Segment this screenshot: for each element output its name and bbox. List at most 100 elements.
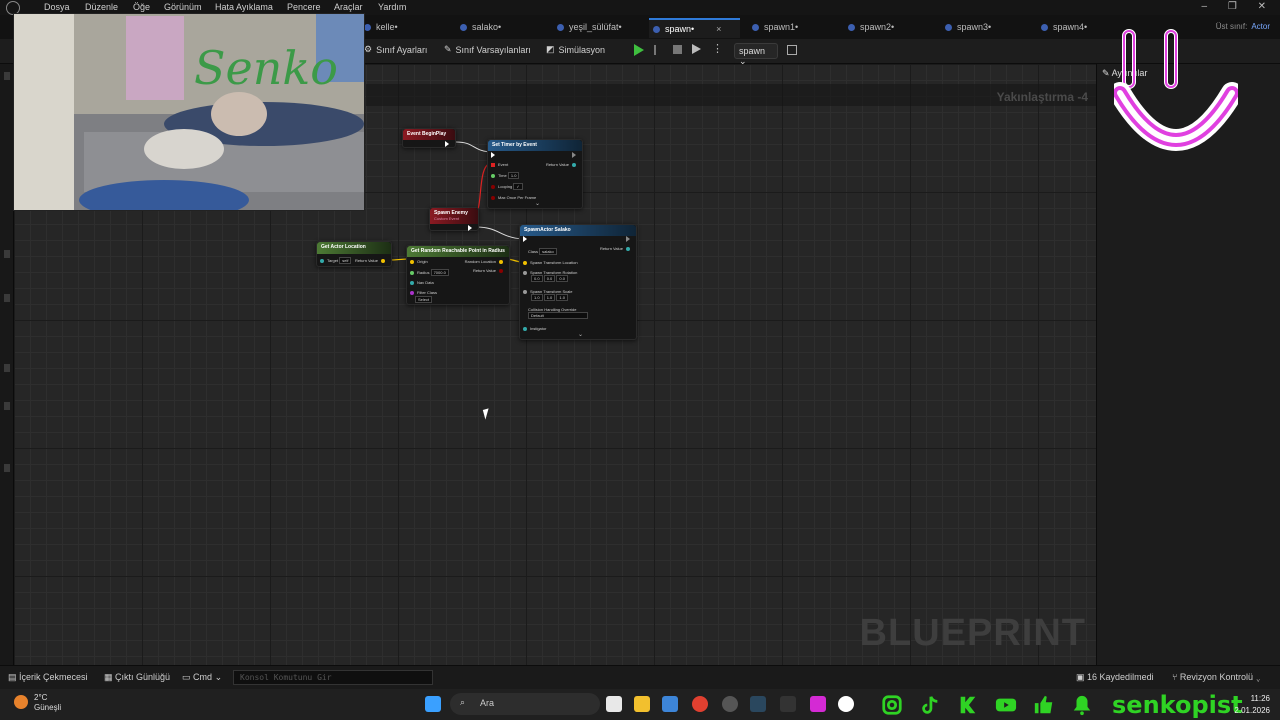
node-title: Get Actor Location [321, 244, 366, 250]
panel-handle[interactable] [4, 294, 10, 302]
looping-pin[interactable]: Looping ✓ [491, 183, 523, 190]
taskbar-search[interactable]: ⌕ Ara [450, 693, 600, 715]
tab-salako[interactable]: salako• [456, 18, 511, 38]
store-icon[interactable] [662, 696, 678, 712]
exec-out-pin[interactable] [626, 236, 633, 242]
find-in-blueprint-icon[interactable] [787, 45, 797, 55]
stop-icon[interactable] [673, 45, 682, 54]
panel-handle[interactable] [4, 402, 10, 410]
app-icon[interactable] [810, 696, 826, 712]
parent-class-link[interactable]: Actor [1251, 22, 1270, 31]
return-value-pin[interactable]: Return Value [473, 268, 506, 273]
windows-taskbar: 2°C Güneşli ⌕ Ara senkopist 11:26 2.01.2… [0, 689, 1280, 720]
class-pin[interactable]: Class salako [528, 248, 557, 255]
eject-icon[interactable] [692, 44, 701, 54]
exec-out-pin[interactable] [468, 225, 475, 231]
collision-handling-pin[interactable]: Collision Handling Override Default [528, 307, 588, 319]
output-log-button[interactable]: ▦ Çıktı Günlüğü [104, 672, 170, 683]
unsaved-button[interactable]: ▣ 16 Kaydedilmedi [1076, 672, 1154, 683]
node-get-actor-location[interactable]: Get Actor Location Target self Return Va… [316, 241, 392, 267]
chrome-icon[interactable] [692, 696, 708, 712]
time-pin[interactable]: Time 1.0 [491, 172, 520, 179]
tab-kelle[interactable]: kelle• [360, 18, 408, 38]
node-spawn-enemy-event[interactable]: Spawn Enemy Custom Event [429, 207, 479, 231]
close-tab-icon[interactable]: × [716, 24, 721, 34]
steam-icon[interactable] [750, 696, 766, 712]
menu-edit[interactable]: Düzenle [85, 2, 118, 12]
exec-in-pin[interactable] [491, 152, 498, 158]
menu-tools[interactable]: Araçlar [334, 2, 363, 12]
target-pin[interactable]: Target self [320, 257, 352, 264]
return-value-pin[interactable]: Return Value [546, 162, 579, 167]
node-title: Set Timer by Event [488, 140, 582, 151]
tab-spawn1[interactable]: spawn1• [748, 18, 808, 38]
simulation-button[interactable]: ◩ Simülasyon [546, 44, 605, 55]
revision-control-button[interactable]: ⑂ Revizyon Kontrolü ⌄ [1172, 672, 1261, 682]
expand-icon[interactable]: ⌄ [535, 200, 540, 207]
menu-file[interactable]: Dosya [44, 2, 70, 12]
social-overlay: senkopist [880, 689, 1243, 720]
console-command-input[interactable]: Konsol Komutunu Gir [233, 670, 433, 685]
panel-handle[interactable] [4, 72, 10, 80]
tab-spawn[interactable]: spawn• × [649, 18, 740, 38]
menu-asset[interactable]: Öğe [133, 2, 150, 12]
tab-spawn2[interactable]: spawn2• [844, 18, 904, 38]
node-get-random-reachable-point[interactable]: Get Random Reachable Point in Radius Ori… [406, 245, 510, 305]
spawn-location-pin[interactable]: Spawn Transform Location [523, 260, 578, 265]
graph-watermark: BLUEPRINT [859, 612, 1086, 654]
expand-icon[interactable]: ⌄ [578, 331, 583, 338]
nav-data-pin[interactable]: Nav Data [410, 280, 434, 285]
max-once-pin[interactable]: Max Once Per Frame [491, 195, 536, 200]
node-event-beginplay[interactable]: Event BeginPlay [402, 128, 456, 148]
class-settings-button[interactable]: ⚙ Sınıf Ayarları [364, 44, 427, 55]
menu-debug[interactable]: Hata Ayıklama [215, 2, 273, 12]
exec-in-pin[interactable] [523, 236, 530, 242]
system-clock[interactable]: 11:26 2.01.2026 [1234, 693, 1270, 717]
menu-view[interactable]: Görünüm [164, 2, 202, 12]
spawn-rotation-pin[interactable]: Spawn Transform Rotation 0.0 0.0 0.0 [523, 270, 577, 282]
close-window-icon[interactable]: ✕ [1258, 1, 1266, 12]
return-value-pin[interactable]: Return Value [355, 258, 388, 263]
menu-window[interactable]: Pencere [287, 2, 321, 12]
play-icon[interactable] [634, 44, 644, 56]
random-location-pin[interactable]: Random Location [465, 259, 506, 264]
debug-object-select[interactable]: spawn ⌄ [734, 43, 778, 66]
file-explorer-icon[interactable] [634, 696, 650, 712]
webcam-image: Senko [14, 14, 364, 210]
content-drawer-button[interactable]: ▤ İçerik Çekmecesi [8, 672, 88, 683]
exec-out-pin[interactable] [572, 152, 579, 158]
exec-out-pin[interactable] [445, 141, 452, 147]
app-icon[interactable] [722, 696, 738, 712]
tab-spawn4[interactable]: spawn4• [1037, 18, 1097, 38]
tab-spawn3[interactable]: spawn3• [941, 18, 1001, 38]
radius-pin[interactable]: Radius 7000.0 [410, 269, 449, 276]
class-defaults-button[interactable]: ✎ Sınıf Varsayılanları [444, 44, 531, 55]
epic-games-icon[interactable] [780, 696, 796, 712]
menu-help[interactable]: Yardım [378, 2, 406, 12]
minimize-icon[interactable]: – [1202, 1, 1208, 12]
spawn-scale-pin[interactable]: Spawn Transform Scale 1.0 1.0 1.0 [523, 289, 572, 301]
pencil-icon: ✎ [444, 44, 452, 54]
cmd-select[interactable]: ▭ Cmd ⌄ [182, 672, 222, 683]
filter-class-select[interactable]: Select [415, 296, 433, 303]
node-set-timer-by-event[interactable]: Set Timer by Event Event Return Value Ti… [487, 139, 583, 209]
origin-pin[interactable]: Origin [410, 259, 428, 264]
panel-handle[interactable] [4, 464, 10, 472]
restore-icon[interactable]: ❐ [1228, 1, 1237, 12]
event-pin[interactable]: Event [491, 162, 508, 167]
return-value-pin[interactable]: Return Value [600, 246, 633, 251]
step-icon[interactable] [654, 45, 664, 55]
looping-checkbox[interactable]: ✓ [513, 183, 523, 190]
panel-handle[interactable] [4, 364, 10, 372]
weather-widget[interactable]: 2°C Güneşli [14, 693, 61, 713]
thumbs-up-icon [1034, 695, 1053, 713]
node-spawn-actor[interactable]: SpawnActor Salako Class salako Return Va… [519, 224, 637, 340]
more-options-icon[interactable]: ⋮ [712, 42, 723, 55]
task-view-icon[interactable] [606, 696, 622, 712]
unreal-engine-icon[interactable] [838, 696, 854, 712]
windows-start-icon[interactable] [425, 696, 441, 712]
panel-handle[interactable] [4, 250, 10, 258]
instigator-pin[interactable]: Instigator [523, 326, 546, 331]
tab-yesil-sulufat[interactable]: yeşil_sülüfat• [553, 18, 632, 38]
filter-class-pin[interactable]: Filter Class [410, 290, 437, 295]
